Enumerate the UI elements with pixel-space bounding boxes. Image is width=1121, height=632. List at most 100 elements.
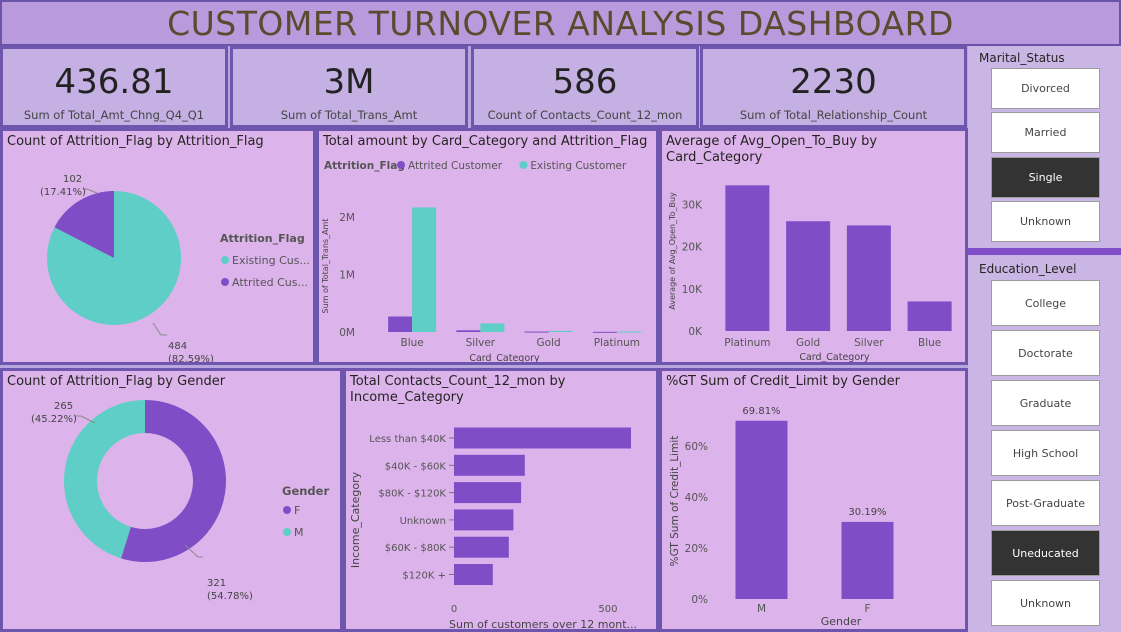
y-tick-label: 0K bbox=[688, 326, 703, 338]
x-tick-label: 0 bbox=[451, 604, 457, 615]
education-level-header: Education_Level bbox=[979, 262, 1077, 276]
kpi-card-amt-chng[interactable]: 436.81 Sum of Total_Amt_Chng_Q4_Q1 bbox=[0, 46, 228, 128]
legend-title: Attrition_Flag bbox=[220, 232, 305, 245]
bar bbox=[548, 330, 573, 332]
income-hbar-chart: Less than $40K $40K - $60K $80K - $120K Unk… bbox=[349, 427, 637, 631]
bar bbox=[616, 331, 641, 333]
panel-gender-donut[interactable]: Count of Attrition_Flag by Gender 321 (54… bbox=[0, 368, 343, 632]
education-option-high-school[interactable]: High School bbox=[991, 430, 1100, 476]
y-axis-title: Sum of Total_Trans_Amt bbox=[321, 219, 330, 314]
x-axis-title: Sum of customers over 12 mont... bbox=[449, 618, 637, 631]
legend-label: Existing Cus... bbox=[232, 254, 310, 267]
education-option-post-graduate[interactable]: Post-Graduate bbox=[991, 480, 1100, 526]
marital-option-divorced[interactable]: Divorced bbox=[991, 68, 1100, 109]
kpi-value: 2230 bbox=[790, 62, 877, 102]
bar bbox=[454, 482, 522, 504]
bar bbox=[735, 420, 788, 599]
x-tick-label: Silver bbox=[854, 337, 884, 349]
y-tick-label: 60% bbox=[685, 441, 708, 453]
legend-label: Existing Customer bbox=[530, 160, 627, 172]
dashboard-title-bar: CUSTOMER TURNOVER ANALYSIS DASHBOARD bbox=[0, 0, 1121, 46]
panel-attrition-pie[interactable]: Count of Attrition_Flag by Attrition_Fla… bbox=[0, 128, 316, 365]
chart-title: Count of Attrition_Flag by Gender bbox=[7, 374, 226, 389]
kpi-card-trans-amt[interactable]: 3M Sum of Total_Trans_Amt bbox=[230, 46, 468, 128]
kpi-label: Count of Contacts_Count_12_mon bbox=[487, 108, 683, 122]
card-category-bar-chart: Attrition_Flag Attrited Customer Existing … bbox=[321, 160, 641, 364]
legend-marker bbox=[283, 506, 291, 514]
dashboard: CUSTOMER TURNOVER ANALYSIS DASHBOARD 436… bbox=[0, 0, 1121, 632]
legend-marker bbox=[221, 256, 229, 264]
bar bbox=[454, 564, 493, 585]
chart-title-line1: Total Contacts_Count_12_mon by bbox=[350, 374, 566, 389]
kpi-value: 586 bbox=[552, 62, 618, 102]
y-tick-label: $120K + bbox=[402, 571, 446, 582]
open-to-buy-bar-chart: 0K 10K 20K 30K Average of Avg_Open_To_Buy Pla… bbox=[668, 185, 952, 362]
x-tick-label: Platinum bbox=[724, 337, 770, 349]
data-label: (17.41%) bbox=[40, 187, 86, 198]
panel-open-to-buy-bar[interactable]: Average of Avg_Open_To_Buy by Card_Catego… bbox=[659, 128, 968, 365]
data-label: 69.81% bbox=[742, 406, 780, 417]
chart-title: %GT Sum of Credit_Limit by Gender bbox=[666, 374, 900, 389]
education-option-graduate[interactable]: Graduate bbox=[991, 380, 1100, 426]
panel-income-hbar[interactable]: Total Contacts_Count_12_mon by Income_Cat… bbox=[343, 368, 659, 632]
slicer-divider bbox=[968, 248, 1121, 255]
education-option-doctorate[interactable]: Doctorate bbox=[991, 330, 1100, 376]
chart-title: Total Contacts_Count_12_mon by Income_Cat… bbox=[350, 374, 565, 406]
panel-card-category-bar[interactable]: Total amount by Card_Category and Attrit… bbox=[316, 128, 659, 365]
legend-label: Attrited Customer bbox=[408, 160, 503, 172]
y-tick-label: 30K bbox=[682, 199, 703, 211]
kpi-value: 3M bbox=[323, 62, 375, 102]
bar bbox=[846, 225, 891, 331]
data-label: 265 bbox=[54, 401, 73, 412]
bar bbox=[524, 331, 549, 333]
data-label: 30.19% bbox=[848, 507, 886, 518]
y-tick-label: 20% bbox=[685, 543, 708, 555]
leader-line bbox=[152, 322, 167, 336]
x-tick-label: 500 bbox=[598, 604, 617, 615]
y-tick-label: 0% bbox=[691, 594, 708, 606]
bar bbox=[388, 316, 413, 332]
chart-title: Count of Attrition_Flag by Attrition_Fla… bbox=[7, 134, 264, 149]
chart-title-line1: Average of Avg_Open_To_Buy by bbox=[666, 134, 878, 149]
y-tick-label: Unknown bbox=[400, 516, 446, 527]
kpi-card-relationship[interactable]: 2230 Sum of Total_Relationship_Count bbox=[700, 46, 967, 128]
credit-limit-bar-chart: 0% 20% 40% 60% %GT Sum of Credit_Limit 69.81%… bbox=[669, 406, 894, 628]
legend-marker bbox=[221, 278, 229, 286]
kpi-label: Sum of Total_Amt_Chng_Q4_Q1 bbox=[23, 108, 205, 122]
x-axis-title: Card_Category bbox=[469, 353, 540, 364]
bar bbox=[412, 207, 437, 332]
x-tick-label: Silver bbox=[466, 337, 496, 349]
legend-label: Attrited Cus... bbox=[232, 276, 308, 289]
legend-label: M bbox=[294, 526, 304, 539]
y-tick-label: 2M bbox=[339, 212, 355, 224]
bar bbox=[454, 509, 514, 531]
data-label: 484 bbox=[168, 341, 187, 352]
bar bbox=[480, 323, 505, 332]
data-label: (54.78%) bbox=[207, 591, 253, 602]
bar bbox=[456, 330, 481, 332]
education-option-uneducated[interactable]: Uneducated bbox=[991, 530, 1100, 576]
y-tick-label: $40K - $60K bbox=[385, 461, 447, 472]
marital-option-single[interactable]: Single bbox=[991, 157, 1100, 198]
data-label: 321 bbox=[207, 578, 226, 589]
bar bbox=[907, 301, 952, 331]
marital-option-married[interactable]: Married bbox=[991, 112, 1100, 153]
bar bbox=[725, 185, 770, 331]
marital-option-unknown[interactable]: Unknown bbox=[991, 201, 1100, 242]
x-tick-label: Blue bbox=[918, 337, 941, 349]
legend-marker bbox=[519, 161, 528, 169]
panel-credit-limit-bar[interactable]: %GT Sum of Credit_Limit by Gender 0% 20% 4… bbox=[659, 368, 968, 632]
y-tick-label: $60K - $80K bbox=[385, 543, 447, 554]
chart-title: Average of Avg_Open_To_Buy by Card_Catego… bbox=[666, 134, 877, 166]
education-option-college[interactable]: College bbox=[991, 280, 1100, 326]
x-tick-label: M bbox=[757, 603, 766, 615]
legend-title: Attrition_Flag bbox=[324, 160, 405, 172]
education-option-unknown[interactable]: Unknown bbox=[991, 580, 1100, 626]
y-axis-title: Average of Avg_Open_To_Buy bbox=[668, 192, 677, 310]
y-tick-label: 10K bbox=[682, 284, 703, 296]
bar bbox=[841, 521, 894, 599]
attrition-pie-chart: 484 (82.59%) 102 (17.41%) Attrition_Flag Exis… bbox=[40, 174, 310, 362]
legend-title: Gender bbox=[282, 484, 329, 498]
y-tick-label: 1M bbox=[339, 270, 355, 282]
kpi-card-contacts[interactable]: 586 Count of Contacts_Count_12_mon bbox=[471, 46, 699, 128]
